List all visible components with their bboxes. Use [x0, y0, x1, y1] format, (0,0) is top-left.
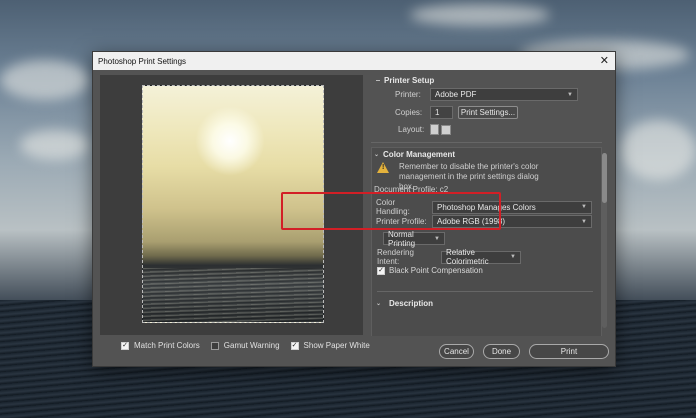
gamut-warning-checkbox[interactable]: Gamut Warning — [210, 341, 280, 350]
background-cloud — [0, 60, 90, 100]
background-cloud — [20, 130, 90, 160]
description-header[interactable]: ⌄ Description — [376, 299, 433, 308]
printer-label: Printer: — [395, 90, 421, 99]
chevron-down-icon: ▼ — [581, 204, 587, 210]
rendering-intent-value: Relative Colorimetric — [446, 248, 489, 266]
color-management-header[interactable]: ⌄ Color Management — [374, 150, 455, 159]
section-divider — [377, 291, 593, 292]
print-settings-button[interactable]: Print Settings... — [458, 106, 518, 119]
chevron-down-icon: ▼ — [510, 254, 516, 260]
black-point-compensation-label: Black Point Compensation — [389, 266, 483, 275]
checkbox-checked-icon: ✓ — [290, 341, 299, 350]
chevron-down-icon: ▼ — [581, 218, 587, 225]
printer-setup-header[interactable]: Printer Setup — [376, 76, 434, 85]
printer-value: Adobe PDF — [435, 90, 477, 99]
preview-sea — [143, 268, 323, 322]
chevron-down-icon: ▼ — [434, 235, 440, 242]
checkbox-checked-icon: ✓ — [377, 266, 385, 275]
show-paper-white-checkbox[interactable]: ✓ Show Paper White — [290, 341, 370, 350]
section-divider — [371, 142, 602, 143]
landscape-layout-icon[interactable] — [441, 124, 451, 135]
rendering-intent-row: Rendering Intent: Relative Colorimetric … — [377, 248, 521, 266]
normal-printing-select[interactable]: Normal Printing ▼ — [383, 229, 445, 248]
gamut-warning-label: Gamut Warning — [223, 341, 280, 350]
chevron-down-icon: ⌄ — [376, 301, 382, 307]
black-point-row[interactable]: ✓ Black Point Compensation — [377, 266, 483, 275]
highlight-box — [281, 192, 501, 230]
color-management-title: Color Management — [383, 150, 456, 159]
printer-row: Printer: Adobe PDF ▼ — [395, 88, 578, 101]
preview-sun — [195, 106, 265, 176]
scrollbar-thumb[interactable] — [602, 153, 607, 203]
background-cloud — [410, 4, 550, 26]
close-icon[interactable]: ✕ — [600, 54, 609, 67]
warning-icon: ! — [377, 162, 389, 173]
dialog-title: Photoshop Print Settings — [98, 56, 187, 66]
layout-row: Layout: — [398, 124, 451, 135]
printer-select[interactable]: Adobe PDF ▼ — [430, 88, 578, 101]
done-button[interactable]: Done — [483, 344, 520, 359]
match-print-colors-label: Match Print Colors — [134, 341, 200, 350]
show-paper-white-label: Show Paper White — [303, 341, 370, 350]
copies-input[interactable]: 1 — [430, 106, 453, 119]
rendering-intent-select[interactable]: Relative Colorimetric ▼ — [441, 248, 521, 266]
match-print-colors-checkbox[interactable]: ✓ Match Print Colors — [121, 341, 200, 350]
printer-setup-title: Printer Setup — [384, 76, 435, 85]
background-cloud — [620, 120, 696, 180]
layout-label: Layout: — [398, 125, 425, 134]
dialog-titlebar: Photoshop Print Settings ✕ — [93, 52, 615, 70]
preview-options: ✓ Match Print Colors Gamut Warning ✓ Sho… — [121, 341, 370, 350]
chevron-down-icon: ▼ — [567, 91, 573, 98]
cancel-button[interactable]: Cancel — [439, 344, 474, 359]
rendering-intent-label: Rendering Intent: — [377, 248, 414, 266]
copies-label: Copies: — [395, 108, 423, 117]
portrait-layout-icon[interactable] — [430, 124, 439, 135]
copies-row: Copies: 1 Print Settings... — [395, 106, 518, 119]
settings-scrollbar[interactable] — [602, 153, 607, 328]
description-title: Description — [389, 299, 434, 308]
checkbox-checked-icon: ✓ — [121, 341, 129, 350]
normal-printing-value: Normal Printing — [388, 229, 416, 248]
section-line-icon — [376, 80, 380, 81]
normal-printing-row: Normal Printing ▼ — [383, 229, 445, 248]
chevron-down-icon: ⌄ — [374, 152, 380, 158]
print-button[interactable]: Print — [529, 344, 609, 359]
checkbox-unchecked-icon — [210, 341, 219, 350]
